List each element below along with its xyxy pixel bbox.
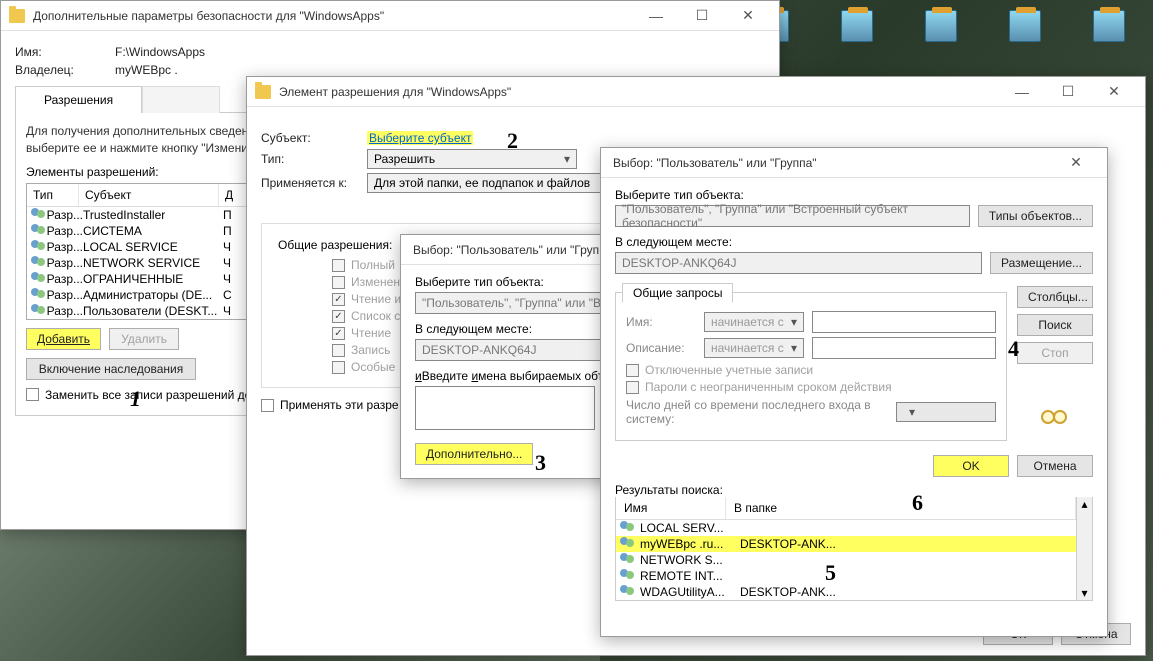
remove-button: Удалить: [109, 328, 179, 350]
users-icon: [31, 240, 44, 254]
name-label: Имя:: [626, 315, 696, 329]
object-type-label: Выберите тип объекта:: [615, 188, 1093, 202]
desc-condition-dropdown: начинается с: [704, 338, 804, 358]
titlebar[interactable]: Выбор: "Пользователь" или "Группа" ✕: [601, 148, 1107, 178]
col-subject[interactable]: Субъект: [79, 184, 219, 206]
scroll-up-icon[interactable]: ▴: [1081, 497, 1087, 511]
description-label: Описание:: [626, 341, 696, 355]
columns-button[interactable]: Столбцы...: [1017, 286, 1093, 308]
folder-icon: [255, 85, 271, 99]
archive-icon: [925, 10, 957, 42]
type-dropdown[interactable]: Разрешить: [367, 149, 577, 169]
common-perms-label: Общие разрешения:: [278, 238, 392, 252]
users-icon: [620, 521, 636, 535]
advanced-button[interactable]: Дополнительно...: [415, 443, 533, 465]
minimize-button[interactable]: —: [999, 77, 1045, 107]
common-queries-fieldset: Общие запросы Имя: начинается с Описание…: [615, 292, 1007, 441]
archive-icon: [1093, 10, 1125, 42]
applies-label: Применяется к:: [261, 176, 367, 190]
type-label: Тип:: [261, 152, 367, 166]
stop-button: Стоп: [1017, 342, 1093, 364]
window-title: Элемент разрешения для "WindowsApps": [279, 85, 999, 99]
owner-value: myWEBpc .: [115, 63, 178, 77]
object-type-field: "Пользователь", "Группа" или "Встроенный…: [615, 205, 970, 227]
users-icon: [31, 304, 44, 318]
result-row[interactable]: WDAGUtilityA...DESKTOP-ANK...: [616, 584, 1076, 600]
owner-label: Владелец:: [15, 63, 115, 77]
close-button[interactable]: ✕: [1091, 77, 1137, 107]
titlebar[interactable]: Дополнительные параметры безопасности дл…: [1, 1, 779, 31]
close-button[interactable]: ✕: [1053, 148, 1099, 178]
users-icon: [31, 288, 44, 302]
location-field: DESKTOP-ANKQ64J: [615, 252, 982, 274]
window-title: Дополнительные параметры безопасности дл…: [33, 9, 633, 23]
scrollbar[interactable]: ▴ ▾: [1076, 497, 1092, 600]
archive-icon: [841, 10, 873, 42]
titlebar[interactable]: Элемент разрешения для "WindowsApps" — ☐…: [247, 77, 1145, 107]
locations-button[interactable]: Размещение...: [990, 252, 1093, 274]
close-button[interactable]: ✕: [725, 1, 771, 31]
app-icon[interactable]: [1085, 10, 1133, 58]
binoculars-icon: [1041, 406, 1069, 426]
users-icon: [31, 208, 44, 222]
maximize-button[interactable]: ☐: [1045, 77, 1091, 107]
col-name[interactable]: Имя: [616, 497, 726, 519]
col-access[interactable]: Д: [219, 184, 249, 206]
name-input[interactable]: [812, 311, 996, 333]
enable-inheritance-button[interactable]: Включение наследования: [26, 358, 196, 380]
name-condition-dropdown: начинается с: [704, 312, 804, 332]
select-user-group-window-advanced: Выбор: "Пользователь" или "Группа" ✕ Выб…: [600, 147, 1108, 637]
col-folder[interactable]: В папке: [726, 497, 1076, 519]
result-row[interactable]: LOCAL SERV...: [616, 520, 1076, 536]
name-value: F:\WindowsApps: [115, 45, 205, 59]
users-icon: [620, 537, 636, 551]
users-icon: [31, 272, 44, 286]
location-label: В следующем месте:: [615, 235, 1093, 249]
users-icon: [620, 569, 636, 583]
password-never-expires-checkbox: Пароли с неограниченным сроком действия: [626, 380, 996, 394]
users-icon: [31, 256, 44, 270]
select-subject-link[interactable]: Выберите субъект: [367, 131, 473, 145]
minimize-button[interactable]: —: [633, 1, 679, 31]
app-icon[interactable]: [917, 10, 965, 58]
cancel-button[interactable]: Отмена: [1017, 455, 1093, 477]
tab-other[interactable]: [142, 86, 220, 113]
applies-dropdown[interactable]: Для этой папки, ее подпапок и файлов: [367, 173, 627, 193]
ok-button[interactable]: OK: [933, 455, 1009, 477]
tab-permissions[interactable]: Разрешения: [15, 86, 142, 113]
result-row[interactable]: myWEBpc .ru...DESKTOP-ANK...: [616, 536, 1076, 552]
names-textarea[interactable]: [415, 386, 595, 430]
result-row[interactable]: NETWORK S...: [616, 552, 1076, 568]
maximize-button[interactable]: ☐: [679, 1, 725, 31]
folder-icon: [9, 9, 25, 23]
users-icon: [620, 553, 636, 567]
days-dropdown: [896, 402, 996, 422]
name-label: Имя:: [15, 45, 115, 59]
add-button[interactable]: Добавить: [26, 328, 101, 350]
scroll-down-icon[interactable]: ▾: [1081, 586, 1087, 600]
disabled-accounts-checkbox: Отключенные учетные записи: [626, 363, 996, 377]
subject-label: Субъект:: [261, 131, 367, 145]
results-label: Результаты поиска:: [615, 483, 1093, 497]
result-row[interactable]: REMOTE INT...: [616, 568, 1076, 584]
description-input[interactable]: [812, 337, 996, 359]
desktop-icons: [749, 10, 1133, 58]
days-label: Число дней со времени последнего входа в…: [626, 398, 888, 426]
results-grid: Имя В папке LOCAL SERV...myWEBpc .ru...D…: [615, 497, 1093, 601]
window-title: Выбор: "Пользователь" или "Группа": [609, 156, 1053, 170]
archive-icon: [1009, 10, 1041, 42]
users-icon: [620, 585, 636, 599]
app-icon[interactable]: [1001, 10, 1049, 58]
find-now-button[interactable]: Поиск: [1017, 314, 1093, 336]
app-icon[interactable]: [833, 10, 881, 58]
tab-common-queries[interactable]: Общие запросы: [622, 283, 733, 303]
object-types-button[interactable]: Типы объектов...: [978, 205, 1093, 227]
users-icon: [31, 224, 44, 238]
col-type[interactable]: Тип: [27, 184, 79, 206]
